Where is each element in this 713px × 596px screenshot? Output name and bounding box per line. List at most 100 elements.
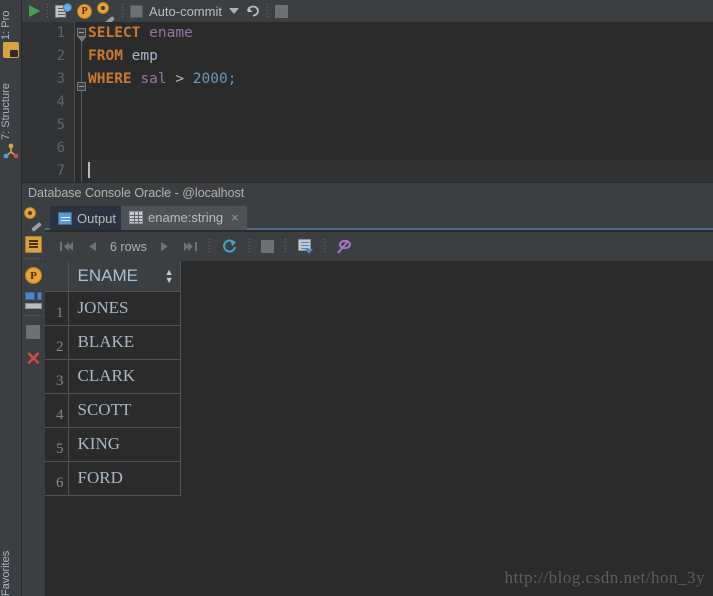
next-page-icon xyxy=(160,242,168,251)
cell-ename[interactable]: SCOTT xyxy=(68,393,181,428)
parameters-icon[interactable]: P xyxy=(25,267,42,284)
sql-keyword: WHERE xyxy=(88,71,132,87)
parameters-button[interactable]: P xyxy=(74,0,95,22)
console-title-label: Database Console Oracle - @localhost xyxy=(28,186,245,200)
query-history-icon xyxy=(55,2,72,19)
sidebar-item-label: Favorites xyxy=(0,550,12,596)
sql-table: emp xyxy=(131,48,158,64)
stop-icon xyxy=(274,4,288,18)
console-title-bar: Database Console Oracle - @localhost xyxy=(22,182,713,203)
export-data-button[interactable] xyxy=(291,232,319,261)
console-side-toolbar: P ✕ xyxy=(22,203,45,596)
watermark-text: http://blog.csdn.net/hon_3y xyxy=(504,568,705,587)
result-toolbar: 6 rows xyxy=(45,232,713,261)
cell-ename[interactable]: BLAKE xyxy=(68,325,181,360)
stop-icon[interactable] xyxy=(26,325,40,339)
line-number: 5 xyxy=(56,117,65,133)
editor-code-area[interactable]: SELECT ename FROM emp WHERE sal > 2000; xyxy=(88,22,713,183)
table-row[interactable]: 3 CLARK xyxy=(45,359,181,394)
tab-label: ename:string xyxy=(148,209,224,225)
console-toolbar: P Auto-commit xyxy=(22,0,713,27)
sql-keyword: FROM xyxy=(88,48,123,64)
column-header-ename[interactable]: ENAME ▲ ▼ xyxy=(68,261,181,292)
data-source-settings-icon[interactable] xyxy=(25,208,42,233)
rollback-icon xyxy=(245,4,260,18)
stop-icon xyxy=(260,240,274,253)
table-header-row: ENAME ▲ ▼ xyxy=(45,261,181,292)
cell-ename[interactable]: JONES xyxy=(68,291,181,326)
line-number: 4 xyxy=(56,94,65,110)
line-number: 2 xyxy=(56,48,65,64)
tab-output[interactable]: Output xyxy=(50,206,125,230)
code-line: FROM emp xyxy=(88,45,713,68)
fold-expanded-icon[interactable] xyxy=(77,28,86,42)
previous-page-button[interactable] xyxy=(80,232,104,261)
last-page-icon xyxy=(183,242,197,251)
table-row[interactable]: 4 SCOTT xyxy=(45,393,181,428)
pin-tab-button[interactable] xyxy=(330,232,359,261)
output-icon xyxy=(58,211,72,225)
toolbar-separator xyxy=(323,239,325,254)
line-number: 6 xyxy=(56,140,65,156)
sql-column: ename xyxy=(149,25,193,41)
sql-editor[interactable]: 1 2 3 4 5 6 7 SELECT ename FROM emp WHER… xyxy=(22,22,713,183)
sidebar-item-favorites[interactable]: Favorites xyxy=(0,528,22,596)
last-page-button[interactable] xyxy=(177,232,204,261)
table-row[interactable]: 1 JONES xyxy=(45,291,181,326)
sql-number: 2000 xyxy=(192,71,228,87)
auto-commit-checkbox[interactable]: Auto-commit xyxy=(127,0,242,22)
toolbar-separator xyxy=(208,239,210,254)
data-source-settings-button[interactable] xyxy=(95,0,118,27)
run-play-icon xyxy=(29,5,40,17)
reload-button[interactable] xyxy=(215,232,244,261)
toolbar-separator xyxy=(24,258,43,259)
table-editor-icon[interactable] xyxy=(25,236,42,253)
table-row[interactable]: 6 FORD xyxy=(45,461,181,496)
sidebar-item-project[interactable]: 1: Pro xyxy=(0,0,22,40)
fold-expanded-icon[interactable] xyxy=(77,82,86,91)
tab-label: Output xyxy=(77,210,117,226)
database-output-icon[interactable] xyxy=(25,292,42,309)
auto-commit-label: Auto-commit xyxy=(149,3,222,19)
table-row[interactable]: 2 BLAKE xyxy=(45,325,181,360)
sql-column: sal xyxy=(140,71,167,87)
reload-icon xyxy=(222,239,236,253)
tab-ename-string[interactable]: ename:string × xyxy=(121,206,247,230)
cell-ename[interactable]: KING xyxy=(68,427,181,462)
toolbar-separator xyxy=(47,4,48,18)
line-number: 1 xyxy=(56,25,65,41)
result-tab-strip: Output ename:string × xyxy=(45,203,713,230)
result-grid-icon xyxy=(129,210,143,224)
toolbar-separator xyxy=(122,4,123,18)
close-icon[interactable]: × xyxy=(231,210,239,225)
chevron-down-icon[interactable] xyxy=(228,8,239,14)
table-row[interactable]: 5 KING xyxy=(45,427,181,462)
text-caret xyxy=(88,162,90,178)
query-history-button[interactable] xyxy=(52,0,74,22)
rollback-button[interactable] xyxy=(242,0,263,22)
result-grid[interactable]: ENAME ▲ ▼ 1 JONES 2 BLAKE 3 CLARK 4 SCOT… xyxy=(45,261,713,596)
stop-button[interactable] xyxy=(255,232,280,261)
structure-icon[interactable] xyxy=(3,143,19,159)
next-page-button[interactable] xyxy=(153,232,177,261)
row-number: 6 xyxy=(45,461,69,496)
row-number-header xyxy=(45,261,69,292)
row-number: 1 xyxy=(45,291,69,326)
line-number: 3 xyxy=(56,71,65,87)
first-page-button[interactable] xyxy=(53,232,80,261)
sql-operator: > xyxy=(166,71,193,87)
sort-indicator-icon[interactable]: ▲ ▼ xyxy=(165,267,174,284)
code-folding-column xyxy=(75,22,88,183)
column-header-label: ENAME xyxy=(77,265,138,285)
run-button[interactable] xyxy=(22,0,43,22)
close-icon[interactable]: ✕ xyxy=(25,350,42,369)
sidebar-item-structure[interactable]: 7: Structure xyxy=(0,56,22,140)
cell-ename[interactable]: FORD xyxy=(68,461,181,496)
stop-button[interactable] xyxy=(272,0,291,22)
cell-ename[interactable]: CLARK xyxy=(68,359,181,394)
code-line-current xyxy=(88,160,713,183)
line-number: 7 xyxy=(56,163,65,179)
previous-page-icon xyxy=(89,242,96,251)
